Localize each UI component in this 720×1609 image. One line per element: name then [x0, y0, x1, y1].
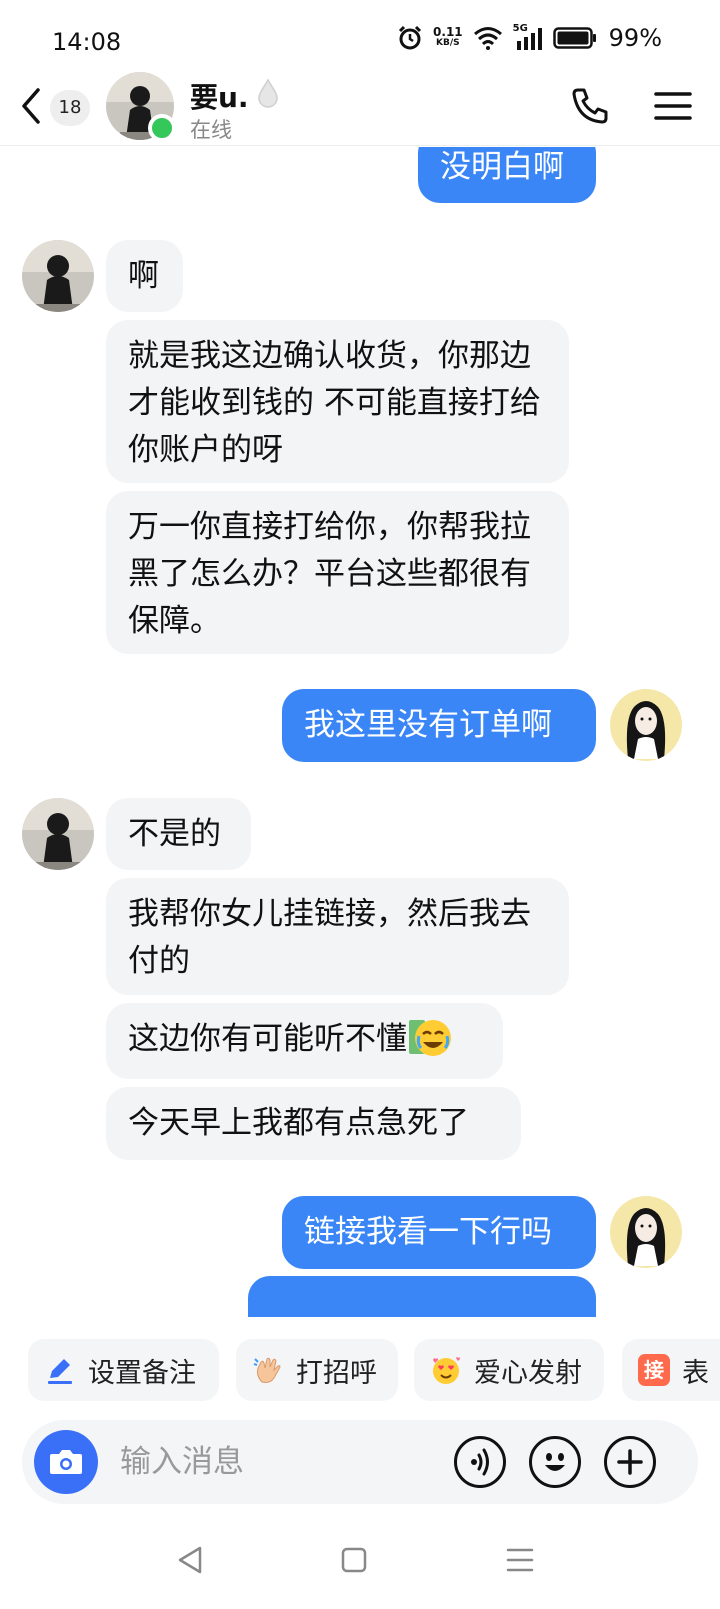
status-indicators: 0.11 KB/S 5G 99% — [397, 23, 662, 52]
smiley-icon — [545, 1453, 565, 1471]
plus-icon — [617, 1449, 643, 1475]
say-hello-chip[interactable]: 打招呼 — [236, 1339, 398, 1401]
status-time: 14:08 — [52, 28, 122, 56]
set-remark-chip[interactable]: 设置备注 — [28, 1339, 219, 1401]
add-more-button[interactable] — [604, 1436, 656, 1488]
message-bubble-outgoing[interactable]: 链接我看一下行吗 — [282, 1196, 596, 1269]
phone-call-icon[interactable] — [570, 86, 610, 126]
message-text: 万一你直接打给你，你帮我拉黑了怎么办？平台这些都很有保障。 — [128, 509, 531, 639]
jie-badge-icon: 接 — [638, 1354, 670, 1386]
chip-label: 表 — [682, 1357, 709, 1389]
camera-button[interactable] — [34, 1430, 98, 1494]
quick-action-bar[interactable]: 设置备注 打招呼 爱心发射 接 表 — [0, 1333, 720, 1405]
signal-bars-icon — [516, 28, 542, 50]
jie-chip[interactable]: 接 表 — [622, 1339, 720, 1401]
message-bubble-outgoing[interactable]: 没明白啊 — [418, 147, 596, 203]
chip-label: 设置备注 — [88, 1357, 196, 1389]
voice-button[interactable] — [454, 1436, 506, 1488]
message-text: 链接我看一下行吗 — [304, 1214, 552, 1250]
net-speed-value: 0.11 — [433, 25, 463, 39]
message-text: 啊 — [128, 258, 159, 294]
message-bubble-incoming[interactable]: 万一你直接打给你，你帮我拉黑了怎么办？平台这些都很有保障。 — [106, 491, 569, 654]
message-bubble-incoming[interactable]: 啊 — [106, 240, 183, 312]
cellular-signal: 5G — [513, 23, 543, 51]
nav-home-icon[interactable] — [334, 1540, 374, 1580]
menu-icon[interactable] — [654, 90, 692, 122]
contact-message-avatar[interactable] — [22, 798, 94, 870]
message-text: 不是的 — [128, 816, 221, 852]
voice-wave-icon — [471, 1448, 489, 1476]
message-text: 我帮你女儿挂链接，然后我去付的 — [128, 896, 531, 979]
message-bubble-incoming[interactable]: 今天早上我都有点急死了 — [106, 1087, 521, 1160]
net-speed-unit: KB/S — [436, 38, 460, 48]
contact-message-avatar[interactable] — [22, 240, 94, 312]
wifi-icon — [473, 27, 502, 50]
battery-percent: 99% — [608, 24, 662, 52]
message-text: 这边你有可能听不懂 — [128, 1021, 407, 1057]
online-status-dot — [148, 114, 176, 142]
heart-launch-chip[interactable]: 爱心发射 — [414, 1339, 604, 1401]
message-bubble-outgoing-partial[interactable] — [248, 1276, 596, 1317]
chip-label: 爱心发射 — [474, 1357, 582, 1389]
waving-hand-icon — [253, 1357, 281, 1383]
message-bubble-incoming[interactable]: 就是我这边确认收货，你那边才能收到钱的 不可能直接打给你账户的呀 — [106, 320, 569, 483]
emoji-button[interactable] — [529, 1436, 581, 1488]
nav-recents-icon[interactable] — [500, 1540, 540, 1580]
chip-label: 打招呼 — [296, 1357, 377, 1389]
camera-icon — [50, 1450, 82, 1474]
message-bubble-incoming[interactable]: 我帮你女儿挂链接，然后我去付的 — [106, 878, 569, 995]
pencil-icon — [48, 1359, 72, 1384]
message-text: 我这里没有订单啊 — [304, 707, 552, 743]
nav-back-icon[interactable] — [170, 1540, 210, 1580]
contact-name[interactable]: 要u. — [190, 76, 249, 116]
message-bubble-outgoing[interactable]: 我这里没有订单啊 — [282, 689, 596, 762]
my-avatar[interactable] — [610, 1196, 682, 1268]
chat-message-list[interactable]: 没明白啊 啊 就是我这边确认收货，你那边才能收到钱的 不可能直接打给你账户的呀 … — [0, 147, 720, 1317]
unread-count-badge[interactable]: 18 — [50, 90, 90, 126]
message-text: 就是我这边确认收货，你那边才能收到钱的 不可能直接打给你账户的呀 — [128, 338, 541, 468]
network-speed: 0.11 KB/S — [433, 25, 463, 49]
message-text: 今天早上我都有点急死了 — [128, 1105, 469, 1141]
message-text: 没明白啊 — [440, 149, 564, 185]
alarm-icon — [398, 25, 422, 50]
chat-header: 18 要u. 在线 — [0, 66, 720, 146]
message-bubble-incoming[interactable]: 这边你有可能听不懂 — [106, 1003, 503, 1079]
message-input[interactable]: 输入消息 — [120, 1420, 440, 1504]
laughing-crying-money-emoji — [409, 1019, 451, 1056]
battery-icon — [552, 27, 596, 49]
message-bubble-incoming[interactable]: 不是的 — [106, 798, 251, 870]
my-avatar[interactable] — [610, 689, 682, 761]
contact-online-status: 在线 — [190, 118, 232, 142]
system-navigation-bar — [0, 1520, 720, 1609]
water-drop-icon — [258, 78, 278, 108]
back-arrow-icon[interactable] — [16, 84, 46, 128]
message-input-bar: 输入消息 — [22, 1420, 698, 1504]
heart-eyes-emoji-icon — [433, 1357, 460, 1384]
